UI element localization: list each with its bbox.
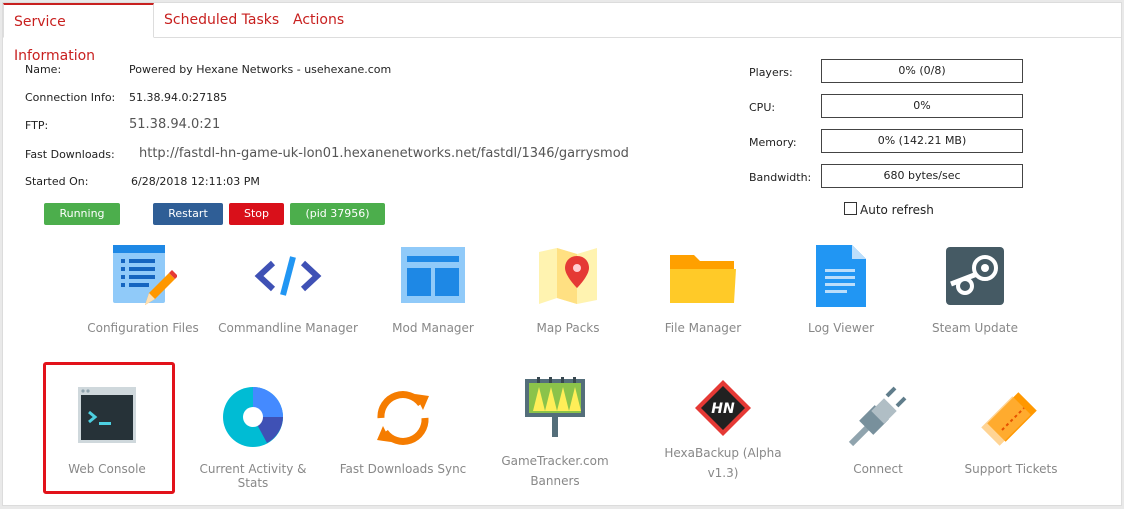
tool-label: File Manager — [664, 321, 742, 335]
tool-steam-update[interactable]: Steam Update — [915, 243, 1035, 338]
ftp-label: FTP: — [25, 119, 49, 132]
memory-value: 0% (142.21 MB) — [821, 129, 1023, 153]
plug-icon — [848, 386, 907, 447]
fast-downloads-url[interactable]: http://fastdl-hn-game-uk-lon01.hexanenet… — [139, 146, 629, 161]
tool-label: Log Viewer — [807, 321, 875, 335]
fast-downloads-label: Fast Downloads: — [25, 148, 115, 161]
memory-label: Memory: — [749, 136, 797, 149]
map-icon — [539, 248, 597, 304]
cpu-value: 0% — [821, 94, 1023, 118]
connection-info-value: 51.38.94.0:27185 — [129, 91, 228, 104]
name-value: Powered by Hexane Networks - usehexane.c… — [129, 63, 392, 76]
players-value: 0% (0/8) — [821, 59, 1023, 83]
steam-icon — [946, 247, 1004, 305]
document-icon — [816, 245, 866, 307]
tool-label: Commandline Manager — [218, 321, 358, 335]
tab-service-information[interactable]: Service Information — [3, 3, 154, 64]
tab-bar: Service Information Scheduled Tasks Acti… — [3, 3, 1121, 64]
tool-label: GameTracker.com Banners — [501, 454, 609, 488]
connection-info-label: Connection Info: — [25, 91, 116, 104]
tool-mod-manager[interactable]: Mod Manager — [373, 243, 493, 338]
hn-logo-text: HN — [711, 401, 735, 417]
auto-refresh-label: Auto refresh — [860, 203, 934, 217]
tool-current-activity-stats[interactable]: Current Activity & Stats — [183, 383, 323, 490]
tool-support-tickets[interactable]: Support Tickets — [951, 383, 1071, 483]
tool-fast-downloads-sync[interactable]: Fast Downloads Sync — [338, 383, 468, 483]
players-label: Players: — [749, 66, 793, 79]
tool-label: Support Tickets — [964, 462, 1058, 476]
tool-hexabackup[interactable]: HN HexaBackup (Alpha v1.3) — [663, 375, 783, 485]
running-status-badge: Running — [44, 203, 120, 225]
tool-label: Map Packs — [536, 321, 600, 335]
tool-label: Mod Manager — [392, 321, 474, 335]
tab-actions[interactable]: Actions — [283, 3, 354, 37]
tool-label: Steam Update — [931, 321, 1019, 335]
name-label: Name: — [25, 63, 62, 76]
tool-connect[interactable]: Connect — [818, 383, 938, 483]
folder-icon — [670, 255, 736, 303]
pie-chart-icon — [223, 387, 283, 447]
tab-scheduled-tasks[interactable]: Scheduled Tasks — [154, 3, 289, 37]
tool-file-manager[interactable]: File Manager — [643, 243, 763, 338]
tool-map-packs[interactable]: Map Packs — [508, 243, 628, 338]
sync-icon — [377, 391, 429, 445]
hn-logo-icon: HN — [695, 380, 751, 436]
code-icon — [254, 256, 322, 296]
tool-label: Configuration Files — [87, 321, 199, 335]
cpu-label: CPU: — [749, 101, 776, 114]
tool-configuration-files[interactable]: Configuration Files — [83, 243, 203, 338]
config-file-icon — [113, 245, 177, 305]
pid-badge: (pid 37956) — [290, 203, 385, 225]
tool-commandline-manager[interactable]: Commandline Manager — [218, 243, 358, 338]
tool-label: Fast Downloads Sync — [339, 462, 467, 476]
tool-label: Current Activity & Stats — [199, 462, 307, 490]
tool-label: Connect — [853, 462, 903, 476]
started-on-value: 6/28/2018 12:11:03 PM — [131, 175, 260, 188]
ftp-value: 51.38.94.0:21 — [129, 117, 221, 132]
auto-refresh-toggle[interactable]: Auto refresh — [844, 202, 934, 217]
stop-button[interactable]: Stop — [229, 203, 284, 225]
tool-label: HexaBackup (Alpha v1.3) — [664, 446, 782, 480]
restart-button[interactable]: Restart — [153, 203, 223, 225]
layout-icon — [401, 247, 465, 303]
tool-gametracker-banners[interactable]: GameTracker.com Banners — [495, 375, 615, 488]
bandwidth-label: Bandwidth: — [749, 171, 812, 184]
bandwidth-value: 680 bytes/sec — [821, 164, 1023, 188]
tool-log-viewer[interactable]: Log Viewer — [781, 243, 901, 338]
auto-refresh-checkbox[interactable] — [844, 202, 857, 215]
web-console-highlight — [43, 362, 175, 494]
ticket-icon — [981, 392, 1037, 446]
service-panel: Service Information Scheduled Tasks Acti… — [2, 2, 1122, 506]
billboard-icon — [525, 377, 585, 437]
started-on-label: Started On: — [25, 175, 89, 188]
